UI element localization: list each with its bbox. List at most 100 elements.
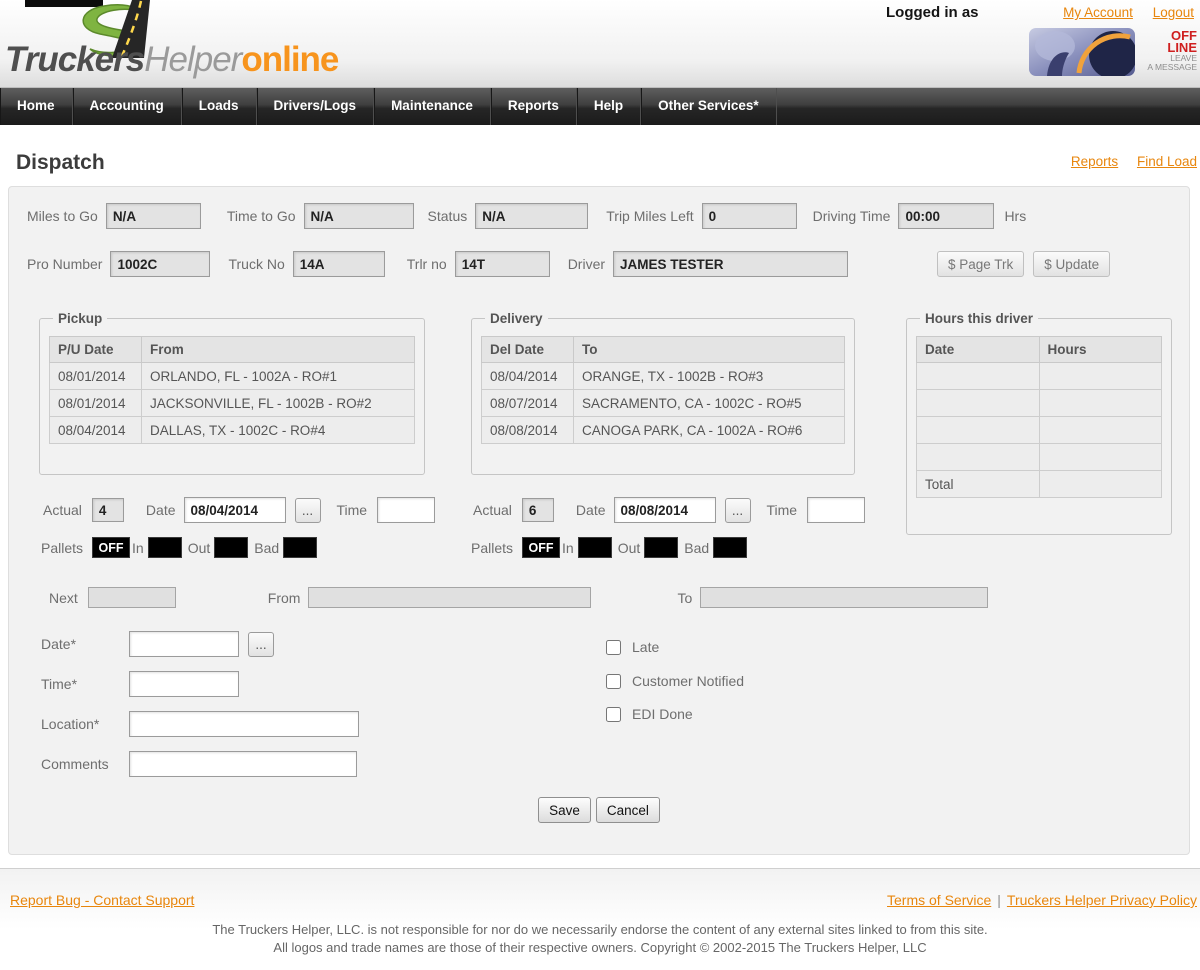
reports-link[interactable]: Reports xyxy=(1071,154,1118,169)
delivery-pallets-bad-field[interactable] xyxy=(713,537,747,558)
nav-item-home[interactable]: Home xyxy=(0,88,73,125)
hours-empty-cell xyxy=(1039,417,1162,444)
trip-summary-row: Miles to Go Time to Go Status Trip Miles… xyxy=(27,203,1026,229)
logo-online: online xyxy=(241,40,338,79)
nav-item-help[interactable]: Help xyxy=(577,88,641,125)
update-button[interactable]: $ Update xyxy=(1033,251,1110,277)
header: TruckersHelperonline Logged in as My Acc… xyxy=(0,0,1200,88)
delivery-actual-label: Actual xyxy=(473,502,512,518)
hours-empty-cell xyxy=(917,390,1040,417)
logo: TruckersHelperonline xyxy=(5,40,338,80)
delivery-pallets-in-field[interactable] xyxy=(578,537,612,558)
arrival-date-field[interactable] xyxy=(129,631,239,657)
time-to-go-label: Time to Go xyxy=(227,208,296,224)
page-trk-button[interactable]: $ Page Trk xyxy=(937,251,1024,277)
arrival-location-field[interactable] xyxy=(129,711,359,737)
hours-empty-cell xyxy=(917,444,1040,471)
delivery-date-browse-button[interactable]: ... xyxy=(725,498,751,523)
my-account-link[interactable]: My Account xyxy=(1063,5,1133,20)
pickup-row[interactable]: 08/01/2014 ORLANDO, FL - 1002A - RO#1 xyxy=(50,363,415,390)
trlr-no-field[interactable] xyxy=(455,251,550,277)
pickup-date-cell: 08/01/2014 xyxy=(50,390,142,417)
load-id-row: Pro Number Truck No Trlr no Driver xyxy=(27,251,848,277)
hours-table: Date Hours Total xyxy=(916,336,1162,498)
save-button[interactable]: Save xyxy=(538,797,591,823)
pro-number-field[interactable] xyxy=(110,251,210,277)
pickup-pallets-out-field[interactable] xyxy=(214,537,248,558)
cancel-button[interactable]: Cancel xyxy=(596,797,660,823)
hours-total-row: Total xyxy=(917,471,1162,498)
hours-empty-cell xyxy=(1039,444,1162,471)
delivery-pallets-off-toggle[interactable]: OFF xyxy=(522,537,560,558)
pickup-pallets-row: Pallets OFF In Out Bad xyxy=(41,537,317,558)
delivery-time-field[interactable] xyxy=(807,497,865,523)
customer-notified-checkbox[interactable] xyxy=(606,674,621,689)
edi-done-label: EDI Done xyxy=(632,706,693,722)
pickup-actual-label: Actual xyxy=(43,502,82,518)
arrival-date-browse-button[interactable]: ... xyxy=(248,632,274,657)
next-stop-row: Next From To xyxy=(49,587,988,608)
customer-notified-label: Customer Notified xyxy=(632,673,744,689)
find-load-link[interactable]: Find Load xyxy=(1137,154,1197,169)
pickup-date-field[interactable] xyxy=(184,497,286,523)
delivery-legend: Delivery xyxy=(485,311,548,326)
hours-row xyxy=(917,363,1162,390)
delivery-row[interactable]: 08/08/2014 CANOGA PARK, CA - 1002A - RO#… xyxy=(482,417,845,444)
arrival-comments-field[interactable] xyxy=(129,751,357,777)
page: TruckersHelperonline Logged in as My Acc… xyxy=(0,0,1200,970)
pickup-row[interactable]: 08/01/2014 JACKSONVILLE, FL - 1002B - RO… xyxy=(50,390,415,417)
late-checkbox[interactable] xyxy=(606,640,621,655)
nav-item-drivers-logs[interactable]: Drivers/Logs xyxy=(257,88,375,125)
nav-item-accounting[interactable]: Accounting xyxy=(73,88,182,125)
privacy-policy-link[interactable]: Truckers Helper Privacy Policy xyxy=(1007,892,1197,908)
delivery-row[interactable]: 08/07/2014 SACRAMENTO, CA - 1002C - RO#5 xyxy=(482,390,845,417)
delivery-date-field[interactable] xyxy=(614,497,716,523)
pickup-pallets-off-toggle[interactable]: OFF xyxy=(92,537,130,558)
arrival-time-field[interactable] xyxy=(129,671,239,697)
driver-label: Driver xyxy=(568,256,605,272)
footer: Report Bug - Contact Support Terms of Se… xyxy=(0,868,1200,970)
pickup-pallets-bad-label: Bad xyxy=(254,540,279,556)
live-chat-offline-badge[interactable]: OFF LINE LEAVE A MESSAGE xyxy=(1029,28,1197,81)
hours-header-row: Date Hours xyxy=(917,337,1162,363)
pickup-actual-row: Actual Date ... Time xyxy=(43,497,435,523)
report-bug-link[interactable]: Report Bug - Contact Support xyxy=(10,892,194,908)
title-links: Reports Find Load xyxy=(1056,154,1197,169)
hours-empty-cell xyxy=(1039,390,1162,417)
nav-item-other-services[interactable]: Other Services* xyxy=(641,88,777,125)
pickup-table: P/U Date From 08/01/2014 ORLANDO, FL - 1… xyxy=(49,336,415,444)
nav-item-maintenance[interactable]: Maintenance xyxy=(374,88,491,125)
delivery-col-to: To xyxy=(574,337,845,363)
logout-link[interactable]: Logout xyxy=(1153,5,1194,20)
pro-number-label: Pro Number xyxy=(27,256,102,272)
pickup-time-label: Time xyxy=(337,502,368,518)
status-label: Status xyxy=(428,208,468,224)
delivery-pallets-out-field[interactable] xyxy=(644,537,678,558)
account-links: My Account Logout xyxy=(1047,5,1194,20)
pickup-pallets-bad-field[interactable] xyxy=(283,537,317,558)
arrival-location-label: Location* xyxy=(41,716,129,732)
miles-to-go-field xyxy=(106,203,201,229)
truck-no-field[interactable] xyxy=(293,251,385,277)
nav-item-loads[interactable]: Loads xyxy=(182,88,257,125)
late-label: Late xyxy=(632,639,659,655)
pickup-date-cell: 08/01/2014 xyxy=(50,363,142,390)
pickup-pallets-in-field[interactable] xyxy=(148,537,182,558)
delivery-row[interactable]: 08/04/2014 ORANGE, TX - 1002B - RO#3 xyxy=(482,363,845,390)
hours-row xyxy=(917,444,1162,471)
terms-of-service-link[interactable]: Terms of Service xyxy=(887,892,991,908)
driver-field[interactable] xyxy=(613,251,848,277)
form-actions: Save Cancel xyxy=(9,797,1189,823)
hours-total-label: Total xyxy=(917,471,1040,498)
hours-empty-cell xyxy=(917,363,1040,390)
hours-legend: Hours this driver xyxy=(920,311,1038,326)
status-field xyxy=(475,203,588,229)
delivery-to-cell: CANOGA PARK, CA - 1002A - RO#6 xyxy=(574,417,845,444)
edi-done-checkbox[interactable] xyxy=(606,707,621,722)
pickup-date-browse-button[interactable]: ... xyxy=(295,498,321,523)
nav-item-reports[interactable]: Reports xyxy=(491,88,577,125)
pickup-row[interactable]: 08/04/2014 DALLAS, TX - 1002C - RO#4 xyxy=(50,417,415,444)
next-from-field xyxy=(308,587,591,608)
pickup-time-field[interactable] xyxy=(377,497,435,523)
logo-truckers: Truckers xyxy=(5,40,144,79)
